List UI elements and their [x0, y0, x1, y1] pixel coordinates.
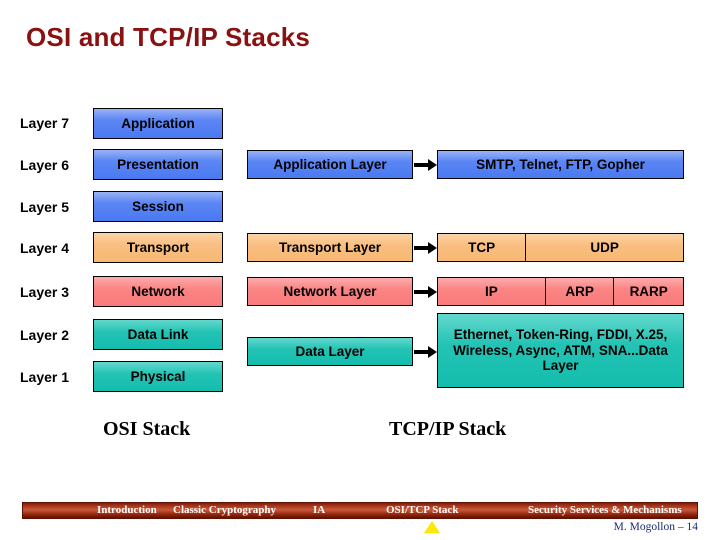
- layer-label-3: Layer 3: [20, 284, 70, 300]
- protocol-cell-arp: ARP: [546, 278, 615, 305]
- protocols-transport: TCP UDP: [437, 233, 684, 262]
- osi-box-application: Application: [93, 108, 223, 139]
- page-title: OSI and TCP/IP Stacks: [26, 22, 311, 52]
- layer-label-2: Layer 2: [20, 327, 70, 343]
- layer-label-4: Layer 4: [20, 240, 70, 256]
- arrow-transport: [414, 242, 437, 254]
- osi-box-network: Network: [93, 276, 223, 307]
- layer-label-5: Layer 5: [20, 199, 70, 215]
- osi-box-transport: Transport: [93, 232, 223, 263]
- protocol-cell-tcp: TCP: [438, 234, 527, 261]
- footer-item-osi-tcp-stack[interactable]: OSI/TCP Stack: [386, 503, 458, 518]
- tcpip-box-network-layer: Network Layer: [247, 277, 413, 306]
- footer-item-classic-cryptography[interactable]: Classic Cryptography: [173, 503, 276, 518]
- arrow-data: [414, 346, 437, 358]
- osi-box-presentation: Presentation: [93, 149, 223, 180]
- footer-item-ia[interactable]: IA: [313, 503, 325, 518]
- layer-label-7: Layer 7: [20, 115, 70, 131]
- osi-box-physical: Physical: [93, 361, 223, 392]
- protocol-cell-rarp: RARP: [629, 284, 668, 299]
- tcpip-box-transport-layer: Transport Layer: [247, 233, 413, 262]
- tcpip-box-data-layer: Data Layer: [247, 337, 413, 366]
- footer-item-introduction[interactable]: Introduction: [97, 503, 157, 518]
- osi-box-session: Session: [93, 191, 223, 222]
- layer-label-1: Layer 1: [20, 369, 70, 385]
- arrow-network: [414, 286, 437, 298]
- tcpip-stack-caption: TCP/IP Stack: [389, 418, 507, 440]
- protocol-cell-udp: UDP: [590, 240, 619, 255]
- footer-author: M. Mogollon – 14: [613, 521, 698, 533]
- protocol-cell-ip: IP: [438, 278, 546, 305]
- protocols-application: SMTP, Telnet, FTP, Gopher: [437, 150, 684, 179]
- osi-box-data-link: Data Link: [93, 319, 223, 350]
- layer-label-6: Layer 6: [20, 157, 70, 173]
- osi-stack-caption: OSI Stack: [103, 418, 191, 440]
- tcpip-box-application-layer: Application Layer: [247, 150, 413, 179]
- current-section-triangle-icon: [424, 521, 440, 533]
- protocols-data: Ethernet, Token-Ring, FDDI, X.25, Wirele…: [437, 313, 684, 388]
- protocols-network: IP ARP RARP: [437, 277, 684, 306]
- footer-item-security-services[interactable]: Security Services & Mechanisms: [528, 503, 682, 518]
- arrow-application: [414, 159, 437, 171]
